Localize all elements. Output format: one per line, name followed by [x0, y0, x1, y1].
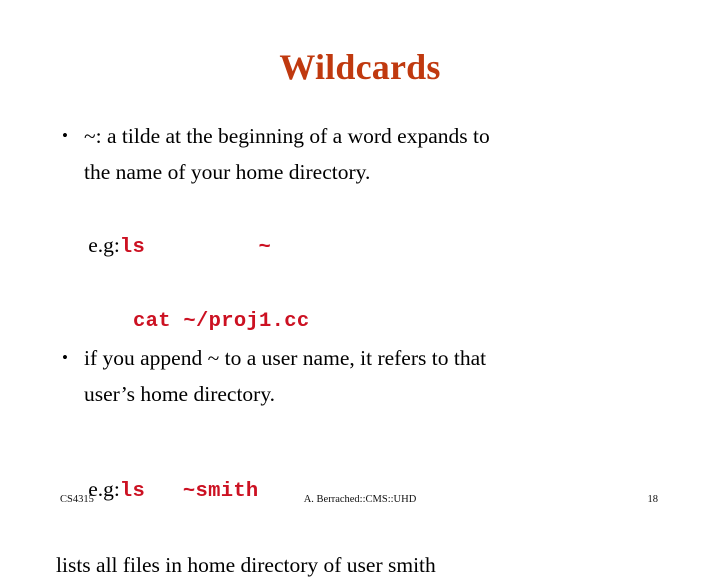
- page-title: Wildcards: [279, 47, 441, 87]
- footer-attribution: A. Berrached::CMS::UHD: [303, 494, 417, 505]
- bullet-item-user-tilde-line2: user’s home directory.: [84, 382, 276, 406]
- example-one-command-ls: ls ~: [119, 236, 272, 259]
- example-two-row: e.g:ls ~smith: [56, 434, 664, 547]
- bullet-item-user-tilde-line1: if you append ~ to a user name, it refer…: [84, 346, 487, 370]
- slide-canvas: Wildcards • ~: a tilde at the beginning …: [0, 0, 720, 577]
- example-one-command-cat: cat ~/proj1.cc: [133, 310, 310, 333]
- closing-description: lists all files in home directory of use…: [56, 553, 436, 577]
- bullet-item-user-tilde: • if you append ~ to a user name, it ref…: [56, 340, 664, 412]
- bullet-item-tilde-expansion-line1: ~: a tilde at the beginning of a word ex…: [84, 124, 490, 148]
- slide-footer: CS4315 A. Berrached::CMS::UHD 18: [0, 492, 720, 514]
- bullet-dot-icon: •: [62, 348, 68, 367]
- bullet-dot-icon: •: [62, 126, 68, 145]
- bullet-item-tilde-expansion: • ~: a tilde at the beginning of a word …: [56, 118, 664, 190]
- footer-page-number: 18: [647, 494, 659, 505]
- example-one-label: e.g:: [88, 233, 120, 257]
- example-one-row: e.g:ls ~: [56, 190, 664, 303]
- bullet-item-tilde-expansion-line2: the name of your home directory.: [84, 160, 371, 184]
- vertical-spacer: [56, 412, 664, 434]
